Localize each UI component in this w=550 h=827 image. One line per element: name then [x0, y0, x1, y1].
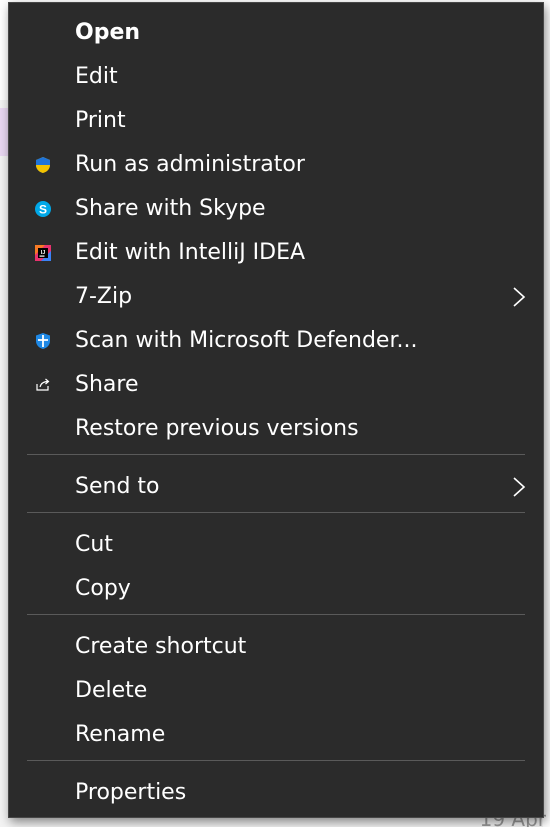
- svg-text:S: S: [39, 203, 47, 217]
- menu-item-label: Print: [75, 108, 126, 133]
- share-icon: [36, 378, 50, 391]
- uac-shield-icon: [36, 157, 50, 173]
- menu-item-label: Open: [75, 20, 141, 45]
- menu-item-label: Rename: [75, 722, 166, 747]
- menu-item-rename[interactable]: Rename: [9, 713, 543, 757]
- menu-item-label: Run as administrator: [75, 152, 305, 177]
- menu-item-properties[interactable]: Properties: [9, 771, 543, 815]
- menu-item-copy[interactable]: Copy: [9, 567, 543, 611]
- menu-item-label: Share with Skype: [75, 196, 266, 221]
- menu-item-label: Edit: [75, 64, 118, 89]
- menu-separator: [27, 614, 525, 615]
- menu-item-label: Share: [75, 372, 139, 397]
- menu-item-send-to[interactable]: Send to: [9, 465, 543, 509]
- skype-icon: S: [35, 201, 51, 217]
- defender-icon: [36, 333, 50, 349]
- menu-item-label: Send to: [75, 474, 160, 499]
- menu-separator: [27, 760, 525, 761]
- menu-item-label: Copy: [75, 576, 131, 601]
- menu-item-create-shortcut[interactable]: Create shortcut: [9, 625, 543, 669]
- menu-item-cut[interactable]: Cut: [9, 523, 543, 567]
- chevron-right-icon: [513, 477, 526, 497]
- menu-item-label: Delete: [75, 678, 148, 703]
- menu-item-label: Create shortcut: [75, 634, 247, 659]
- menu-item-share[interactable]: Share: [9, 363, 543, 407]
- chevron-right-icon: [513, 287, 526, 307]
- intellij-icon: IJ: [35, 245, 51, 261]
- menu-item-edit-with-intellij[interactable]: IJ Edit with IntelliJ IDEA: [9, 231, 543, 275]
- menu-item-delete[interactable]: Delete: [9, 669, 543, 713]
- menu-item-scan-with-defender[interactable]: Scan with Microsoft Defender...: [9, 319, 543, 363]
- menu-item-label: Edit with IntelliJ IDEA: [75, 240, 306, 265]
- background-panel: [543, 100, 550, 827]
- menu-item-open[interactable]: Open: [9, 11, 543, 55]
- menu-item-run-as-administrator[interactable]: Run as administrator: [9, 143, 543, 187]
- menu-separator: [27, 512, 525, 513]
- menu-item-label: 7-Zip: [75, 284, 133, 309]
- menu-separator: [27, 454, 525, 455]
- context-menu: Open Edit Print Run as administrator S S…: [8, 2, 544, 818]
- menu-item-label: Cut: [75, 532, 113, 557]
- menu-item-print[interactable]: Print: [9, 99, 543, 143]
- menu-item-label: Restore previous versions: [75, 416, 359, 441]
- menu-item-edit[interactable]: Edit: [9, 55, 543, 99]
- menu-item-7-zip[interactable]: 7-Zip: [9, 275, 543, 319]
- menu-item-share-with-skype[interactable]: S Share with Skype: [9, 187, 543, 231]
- menu-item-restore-previous-versions[interactable]: Restore previous versions: [9, 407, 543, 451]
- menu-item-label: Scan with Microsoft Defender...: [75, 328, 418, 353]
- menu-item-label: Properties: [75, 780, 187, 805]
- svg-text:IJ: IJ: [41, 250, 46, 256]
